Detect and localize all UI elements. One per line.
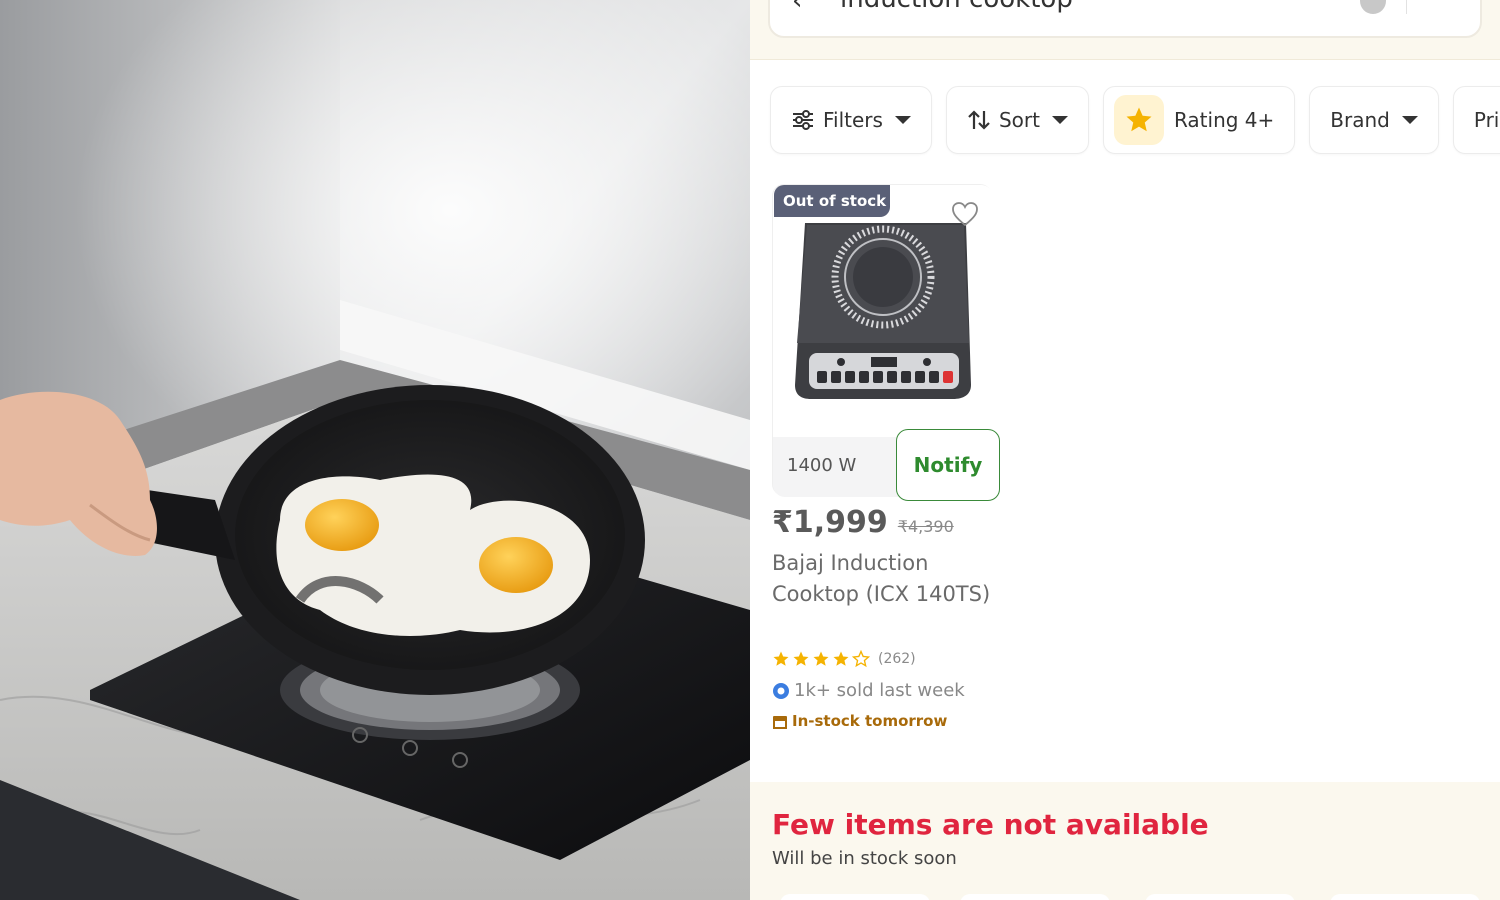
notify-button[interactable]: Notify (896, 429, 1000, 501)
wattage-label: 1400 W (787, 455, 857, 476)
search-bar[interactable]: ‹ induction cooktop (768, 0, 1482, 38)
product-card[interactable]: Out of stock 1400 W Notify (772, 184, 1000, 501)
back-arrow-icon[interactable]: ‹ (792, 0, 802, 14)
rating-filter-chip[interactable]: Rating 4+ (1102, 86, 1296, 154)
search-divider (1406, 0, 1407, 14)
unavailable-card[interactable] (780, 894, 930, 900)
unavailable-cards-strip (750, 890, 1500, 900)
unavailable-card[interactable] (1330, 894, 1480, 900)
search-header: ‹ induction cooktop (750, 0, 1500, 60)
rating-count: (262) (878, 651, 916, 667)
product-card-footer: 1400 W Notify (773, 429, 1000, 501)
clear-search-icon[interactable] (1360, 0, 1386, 14)
filter-bar: Filters Sort Rating 4+ Brand Pri (770, 86, 1500, 154)
price-row: ₹1,999 ₹4,390 (772, 505, 954, 540)
sold-row: 1k+ sold last week (772, 680, 965, 701)
brand-chip[interactable]: Brand (1309, 86, 1439, 154)
star-outline-icon (852, 650, 870, 668)
fried-eggs-pan-photo (0, 0, 750, 900)
cooking-photo (0, 0, 750, 900)
sort-arrows-icon (967, 109, 991, 131)
sliders-icon (791, 109, 815, 131)
filters-chip-label: Filters (823, 108, 883, 132)
product-name[interactable]: Bajaj Induction Cooktop (ICX 140TS) (772, 548, 1002, 610)
star-filled-icon (813, 651, 829, 666)
store-icon (773, 715, 787, 729)
sold-count-label: 1k+ sold last week (794, 680, 965, 701)
unavailable-subtitle: Will be in stock soon (772, 848, 957, 869)
sort-chip-label: Sort (998, 108, 1040, 132)
unavailable-section: Few items are not available Will be in s… (750, 782, 1500, 900)
price-chip-label: Pric (1473, 108, 1500, 132)
rating-row: (262) (772, 650, 916, 668)
search-query[interactable]: induction cooktop (840, 0, 1073, 14)
sort-chip[interactable]: Sort (945, 86, 1089, 154)
stock-row: In-stock tomorrow (772, 712, 947, 730)
star-filled-icon (833, 651, 849, 666)
original-price: ₹4,390 (897, 517, 954, 536)
selling-price: ₹1,999 (772, 505, 888, 540)
shopping-app-panel: ‹ induction cooktop Filters (750, 0, 1500, 900)
filters-chip[interactable]: Filters (770, 86, 932, 154)
chevron-down-icon (894, 116, 911, 124)
heart-wishlist-icon[interactable] (951, 201, 979, 227)
out-of-stock-badge: Out of stock (774, 185, 890, 217)
brand-chip-label: Brand (1330, 108, 1390, 132)
unavailable-title: Few items are not available (772, 808, 1209, 841)
chevron-down-icon (1401, 116, 1418, 124)
star-filled-icon (793, 651, 809, 666)
microphone-icon[interactable] (1430, 0, 1456, 14)
tag-badge-icon (773, 682, 789, 699)
stock-note: In-stock tomorrow (792, 712, 948, 730)
star-filled-icon (773, 651, 789, 666)
rating-filter-label: Rating 4+ (1173, 108, 1275, 132)
price-chip[interactable]: Pric (1452, 86, 1500, 154)
unavailable-card[interactable] (960, 894, 1110, 900)
chevron-down-icon (1051, 116, 1068, 124)
unavailable-card[interactable] (1145, 894, 1295, 900)
rating-stars (772, 650, 870, 668)
star-icon (1113, 95, 1164, 145)
